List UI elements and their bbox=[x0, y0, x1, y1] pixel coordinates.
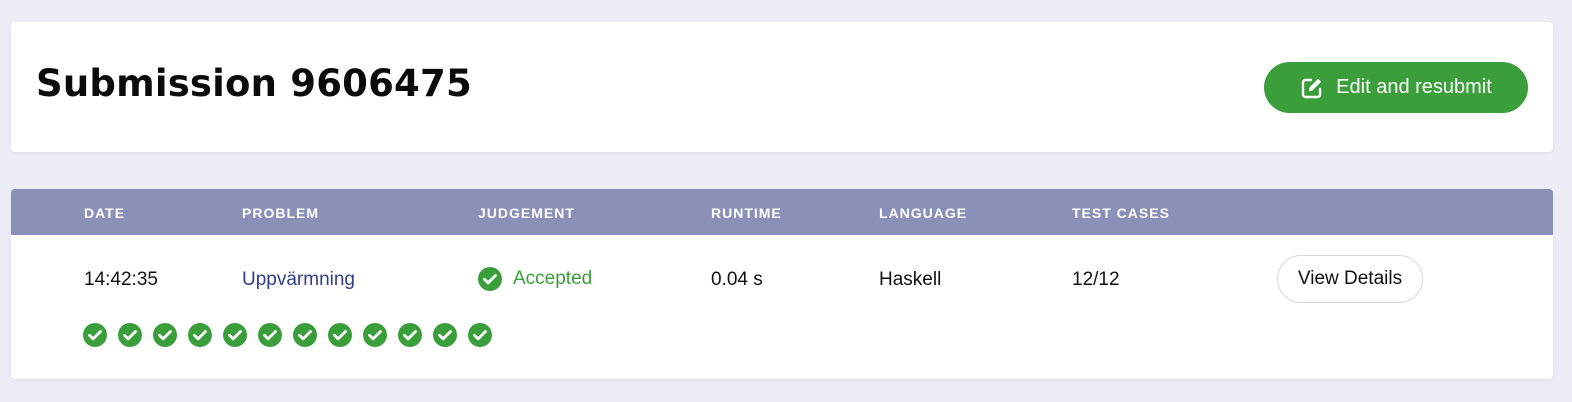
page-title: Submission 9606475 bbox=[36, 62, 472, 105]
submission-header-card: Submission 9606475 Edit and resubmit bbox=[11, 22, 1553, 152]
test-case-check-icon[interactable] bbox=[118, 323, 142, 347]
submission-table: DATE PROBLEM JUDGEMENT RUNTIME LANGUAGE … bbox=[11, 189, 1553, 379]
column-header-date: DATE bbox=[84, 205, 126, 221]
problem-link[interactable]: Uppvärmning bbox=[242, 269, 355, 290]
test-case-check-icon[interactable] bbox=[363, 323, 387, 347]
column-header-language: LANGUAGE bbox=[879, 205, 968, 221]
judgement-status: Accepted bbox=[478, 267, 592, 291]
column-header-problem: PROBLEM bbox=[242, 205, 319, 221]
test-case-check-icon[interactable] bbox=[468, 323, 492, 347]
test-case-check-icon[interactable] bbox=[258, 323, 282, 347]
test-case-check-icon[interactable] bbox=[188, 323, 212, 347]
test-case-check-icon[interactable] bbox=[223, 323, 247, 347]
test-case-check-icon[interactable] bbox=[83, 323, 107, 347]
test-cases-value: 12/12 bbox=[1072, 269, 1120, 290]
check-circle-icon bbox=[478, 267, 502, 291]
runtime-value: 0.04 s bbox=[711, 269, 763, 290]
judgement-label: Accepted bbox=[513, 268, 593, 289]
edit-and-resubmit-button[interactable]: Edit and resubmit bbox=[1264, 62, 1528, 113]
edit-and-resubmit-label: Edit and resubmit bbox=[1336, 76, 1492, 98]
test-case-check-icon[interactable] bbox=[153, 323, 177, 347]
test-case-check-icon[interactable] bbox=[328, 323, 352, 347]
view-details-button[interactable]: View Details bbox=[1277, 255, 1423, 303]
test-case-check-icon[interactable] bbox=[398, 323, 422, 347]
edit-icon bbox=[1300, 76, 1324, 100]
test-case-check-icon[interactable] bbox=[293, 323, 317, 347]
test-case-results bbox=[83, 323, 492, 347]
test-case-check-icon[interactable] bbox=[433, 323, 457, 347]
column-header-runtime: RUNTIME bbox=[711, 205, 782, 221]
column-header-judgement: JUDGEMENT bbox=[478, 205, 575, 221]
language-value: Haskell bbox=[879, 269, 942, 290]
column-header-test-cases: TEST CASES bbox=[1072, 205, 1170, 221]
submission-date: 14:42:35 bbox=[84, 269, 158, 290]
table-header: DATE PROBLEM JUDGEMENT RUNTIME LANGUAGE … bbox=[11, 189, 1553, 235]
